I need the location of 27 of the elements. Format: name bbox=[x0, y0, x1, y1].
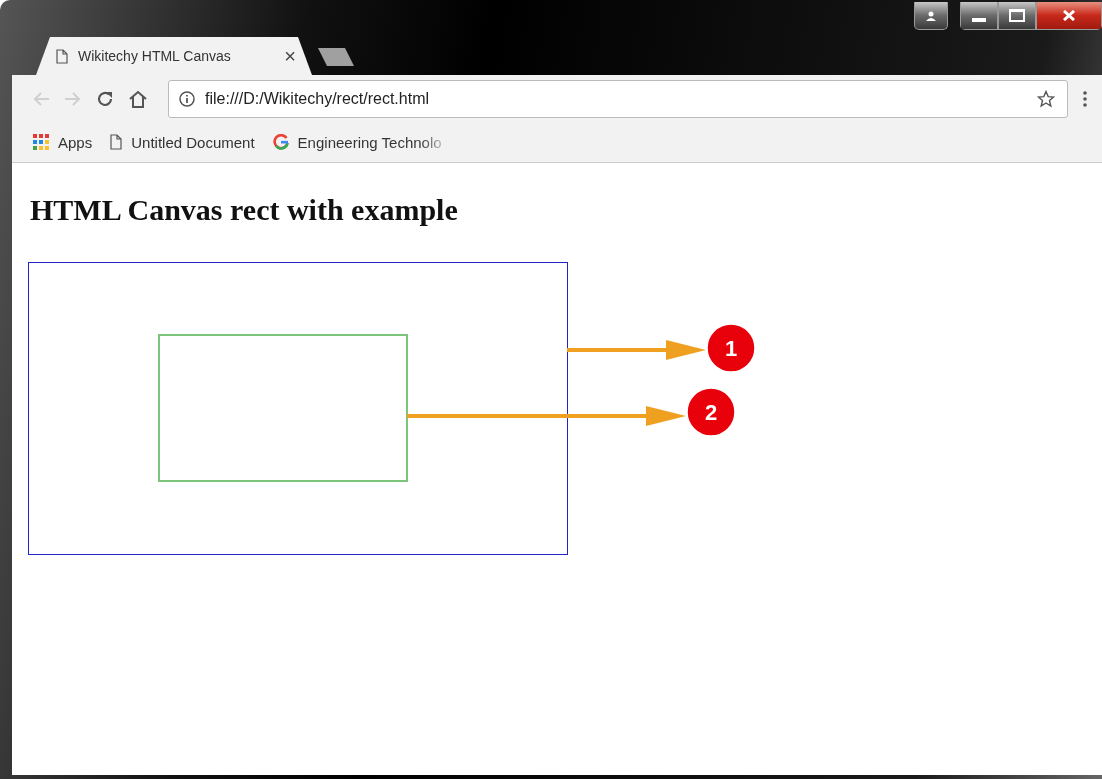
maximize-button[interactable] bbox=[998, 2, 1036, 30]
close-icon bbox=[1063, 10, 1075, 21]
minimize-button[interactable] bbox=[960, 2, 998, 30]
bookmark-item[interactable]: Apps bbox=[33, 133, 93, 151]
apps-grid-icon bbox=[33, 134, 49, 150]
browser-tab[interactable]: Wikitechy HTML Canvas × bbox=[36, 37, 312, 75]
number-marker bbox=[706, 323, 756, 373]
g-logo-icon bbox=[272, 134, 289, 150]
bookmark-item[interactable]: Untitled Document bbox=[110, 133, 255, 151]
marker-number: 1 bbox=[724, 336, 738, 361]
home-icon[interactable] bbox=[128, 89, 148, 108]
close-button[interactable] bbox=[1036, 2, 1102, 30]
reload-icon[interactable] bbox=[96, 89, 114, 108]
info-icon bbox=[179, 90, 195, 107]
page-heading: HTML Canvas rect with example bbox=[30, 193, 459, 227]
marker-number: 2 bbox=[704, 400, 718, 425]
star-icon[interactable] bbox=[1037, 89, 1055, 108]
url-text: file:///D:/Wikitechy/rect/rect.html bbox=[205, 89, 431, 108]
user-button[interactable] bbox=[914, 2, 948, 30]
menu-icon[interactable] bbox=[1082, 89, 1088, 108]
page-icon bbox=[56, 48, 68, 64]
tab-close-button[interactable]: × bbox=[284, 44, 296, 68]
person-icon bbox=[925, 10, 937, 21]
tab-title: Wikitechy HTML Canvas bbox=[78, 48, 232, 64]
address-bar[interactable]: file:///D:/Wikitechy/rect/rect.html bbox=[168, 79, 1068, 118]
page-icon bbox=[110, 134, 123, 150]
number-marker bbox=[686, 387, 736, 437]
